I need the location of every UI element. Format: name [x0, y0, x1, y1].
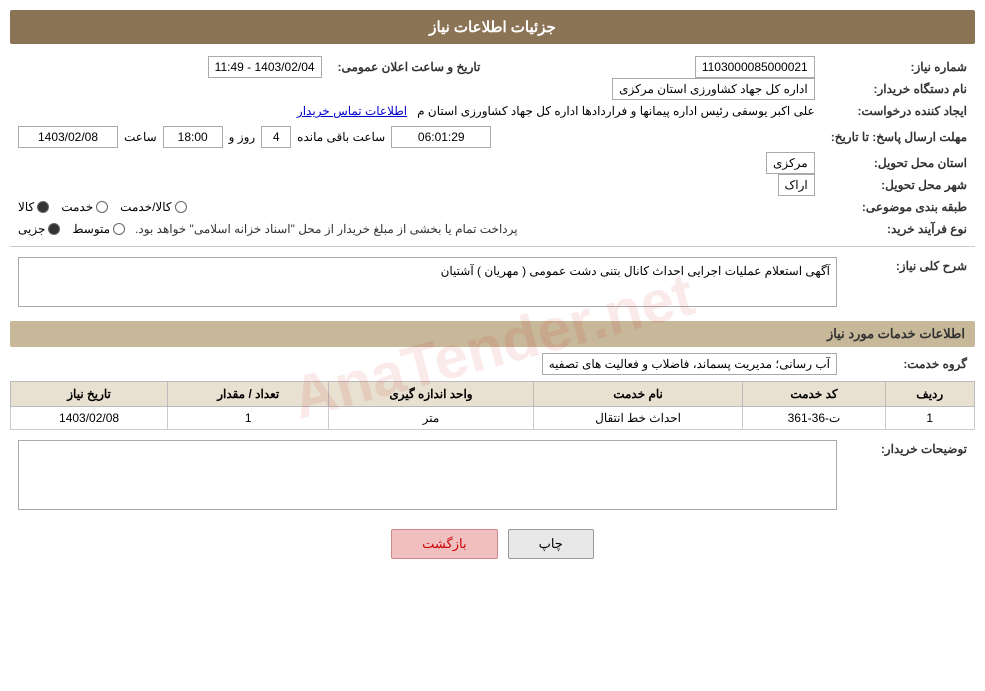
services-data-table: ردیف کد خدمت نام خدمت واحد اندازه گیری ت… — [10, 381, 975, 430]
city-value: اراک — [778, 174, 815, 196]
row-deadline: مهلت ارسال پاسخ: تا تاریخ: 06:01:29 ساعت… — [10, 122, 975, 152]
cell-service-name: احداث خط انتقال — [533, 407, 743, 430]
category-option-khedmat-label: خدمت — [61, 200, 93, 214]
creator-label: ایجاد کننده درخواست: — [823, 100, 975, 122]
cell-quantity: 1 — [168, 407, 329, 430]
description-label: شرح کلی نیاز: — [845, 253, 975, 311]
purchase-type-minor-label: جزیی — [18, 222, 45, 236]
cell-row-num: 1 — [885, 407, 975, 430]
col-quantity: تعداد / مقدار — [168, 382, 329, 407]
category-option-kala-label: کالا — [18, 200, 34, 214]
province-value: مرکزی — [766, 152, 815, 174]
services-section-title: اطلاعات خدمات مورد نیاز — [10, 321, 975, 347]
city-label: شهر محل تحویل: — [823, 174, 975, 196]
col-service-code: کد خدمت — [743, 382, 885, 407]
deadline-time-label: ساعت — [124, 130, 157, 144]
announce-datetime-value: 1403/02/04 - 11:49 — [208, 56, 322, 78]
deadline-remaining: 06:01:29 — [391, 126, 491, 148]
row-buyer-notes: توضیحات خریدار: — [10, 436, 975, 517]
divider-1 — [10, 246, 975, 247]
purchase-type-note: پرداخت تمام یا بخشی از مبلغ خریدار از مح… — [135, 222, 518, 236]
purchase-type-radio-minor[interactable] — [48, 223, 60, 235]
buyer-notes-textarea[interactable] — [18, 440, 837, 510]
print-button[interactable]: چاپ — [508, 529, 594, 559]
need-number-label: شماره نیاز: — [823, 56, 975, 78]
services-table-head: ردیف کد خدمت نام خدمت واحد اندازه گیری ت… — [11, 382, 975, 407]
row-city: شهر محل تحویل: اراک — [10, 174, 975, 196]
col-date: تاریخ نیاز — [11, 382, 168, 407]
category-option-kala-khedmat: کالا/خدمت — [120, 200, 186, 214]
purchase-type-medium-label: متوسط — [72, 222, 110, 236]
description-value: آگهی استعلام عملیات اجرایی احداث کانال ب… — [441, 264, 830, 278]
category-radio-kala[interactable] — [37, 201, 49, 213]
deadline-label: مهلت ارسال پاسخ: تا تاریخ: — [823, 122, 975, 152]
purchase-type-radio-medium[interactable] — [113, 223, 125, 235]
description-table: شرح کلی نیاز: آگهی استعلام عملیات اجرایی… — [10, 253, 975, 311]
service-group-value: آب رسانی؛ مدیریت پسماند، فاضلاب و فعالیت… — [542, 353, 837, 375]
col-row-num: ردیف — [885, 382, 975, 407]
deadline-days: 4 — [261, 126, 291, 148]
col-service-name: نام خدمت — [533, 382, 743, 407]
row-description: شرح کلی نیاز: آگهی استعلام عملیات اجرایی… — [10, 253, 975, 311]
table-row: 1 ت-36-361 احداث خط انتقال متر 1 1403/02… — [11, 407, 975, 430]
service-group-label: گروه خدمت: — [845, 353, 975, 375]
need-number-value: 1103000085000021 — [695, 56, 815, 78]
row-purchase-type: نوع فرآیند خرید: پرداخت تمام یا بخشی از … — [10, 218, 975, 240]
category-radio-khedmat[interactable] — [96, 201, 108, 213]
cell-unit: متر — [329, 407, 533, 430]
purchase-type-medium: متوسط — [72, 222, 125, 236]
cell-service-code: ت-36-361 — [743, 407, 885, 430]
row-province: استان محل تحویل: مرکزی — [10, 152, 975, 174]
services-table-body: 1 ت-36-361 احداث خط انتقال متر 1 1403/02… — [11, 407, 975, 430]
back-button[interactable]: بازگشت — [391, 529, 497, 559]
deadline-date: 1403/02/08 — [18, 126, 118, 148]
deadline-time: 18:00 — [163, 126, 223, 148]
row-creator: ایجاد کننده درخواست: علی اکبر یوسفی رئیس… — [10, 100, 975, 122]
col-unit: واحد اندازه گیری — [329, 382, 533, 407]
creator-contact-link[interactable]: اطلاعات تماس خریدار — [297, 104, 407, 118]
deadline-days-label: روز و — [229, 130, 256, 144]
main-info-table: شماره نیاز: 1103000085000021 تاریخ و ساع… — [10, 56, 975, 240]
row-service-group: گروه خدمت: آب رسانی؛ مدیریت پسماند، فاضل… — [10, 353, 975, 375]
services-table-header-row: ردیف کد خدمت نام خدمت واحد اندازه گیری ت… — [11, 382, 975, 407]
row-need-number: شماره نیاز: 1103000085000021 تاریخ و ساع… — [10, 56, 975, 78]
row-category: طبقه بندی موضوعی: کالا/خدمت خدمت کالا — [10, 196, 975, 218]
province-label: استان محل تحویل: — [823, 152, 975, 174]
buyer-org-label: نام دستگاه خریدار: — [823, 78, 975, 100]
purchase-type-minor: جزیی — [18, 222, 60, 236]
bottom-buttons: چاپ بازگشت — [10, 529, 975, 559]
buyer-notes-table: توضیحات خریدار: — [10, 436, 975, 517]
page-header: جزئیات اطلاعات نیاز — [10, 10, 975, 44]
category-option-khedmat: خدمت — [61, 200, 108, 214]
service-group-table: گروه خدمت: آب رسانی؛ مدیریت پسماند، فاضل… — [10, 353, 975, 375]
category-option-kala: کالا — [18, 200, 49, 214]
cell-date: 1403/02/08 — [11, 407, 168, 430]
category-option-kala-khedmat-label: کالا/خدمت — [120, 200, 171, 214]
deadline-remaining-label: ساعت باقی مانده — [297, 130, 385, 144]
category-label: طبقه بندی موضوعی: — [823, 196, 975, 218]
category-radio-kala-khedmat[interactable] — [175, 201, 187, 213]
page-title: جزئیات اطلاعات نیاز — [429, 19, 556, 36]
buyer-org-value: اداره کل جهاد کشاورزی استان مرکزی — [612, 78, 815, 100]
page-wrapper: AnaTender.net جزئیات اطلاعات نیاز شماره … — [0, 0, 985, 691]
announce-datetime-label: تاریخ و ساعت اعلان عمومی: — [330, 56, 489, 78]
creator-value: علی اکبر یوسفی رئیس اداره پیمانها و فرار… — [417, 104, 815, 118]
row-buyer-org: نام دستگاه خریدار: اداره کل جهاد کشاورزی… — [10, 78, 975, 100]
buyer-notes-label: توضیحات خریدار: — [845, 436, 975, 517]
purchase-type-label: نوع فرآیند خرید: — [823, 218, 975, 240]
